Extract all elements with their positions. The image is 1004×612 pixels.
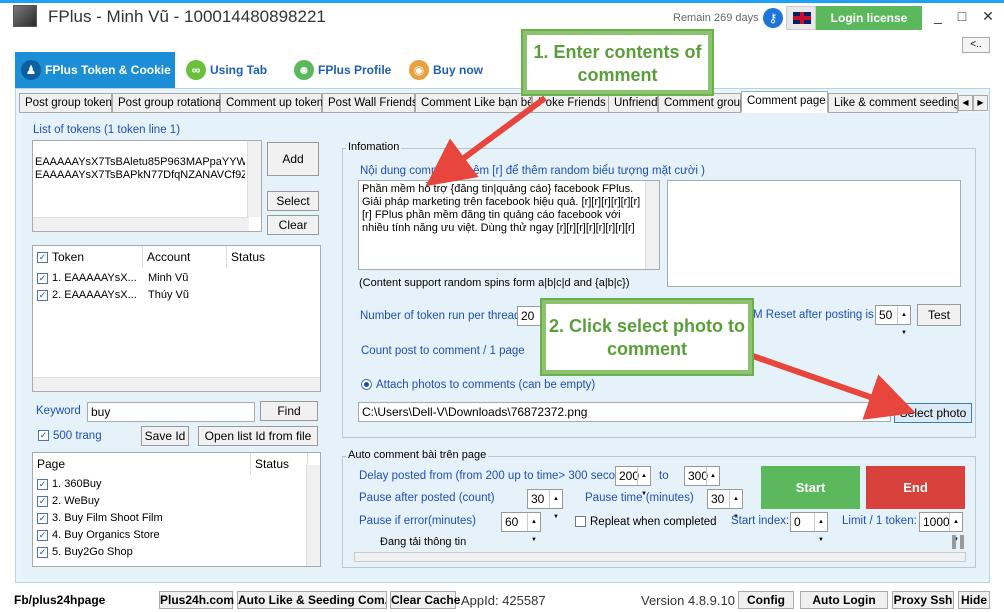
auto-login-button[interactable]: Auto Login bbox=[800, 591, 888, 609]
annotation-step-1: 1. Enter contents of comment bbox=[521, 29, 714, 96]
arrow-to-select-photo-icon bbox=[749, 352, 916, 420]
clear-cache-button[interactable]: Clear Cache bbox=[390, 591, 460, 609]
plus24h-link[interactable]: Plus24h.com bbox=[159, 591, 234, 609]
config-button[interactable]: Config bbox=[738, 591, 794, 609]
annotation-arrows bbox=[425, 95, 916, 420]
hide-button[interactable]: Hide bbox=[958, 591, 990, 609]
app-id: AppId: 425587 bbox=[461, 593, 546, 608]
auto-like-button[interactable]: Auto Like & Seeding Com... bbox=[237, 591, 387, 609]
annotation-step-2: 2. Click select photo to comment bbox=[540, 298, 754, 376]
version-label: Version 4.8.9.10 bbox=[641, 593, 735, 608]
status-bar: Fb/plus24hpage Plus24h.com Auto Like & S… bbox=[0, 588, 1004, 612]
proxy-ssh-button[interactable]: Proxy Ssh bbox=[892, 591, 954, 609]
arrow-to-comment-icon bbox=[425, 95, 547, 187]
brand-label: Fb/plus24hpage bbox=[14, 593, 106, 607]
